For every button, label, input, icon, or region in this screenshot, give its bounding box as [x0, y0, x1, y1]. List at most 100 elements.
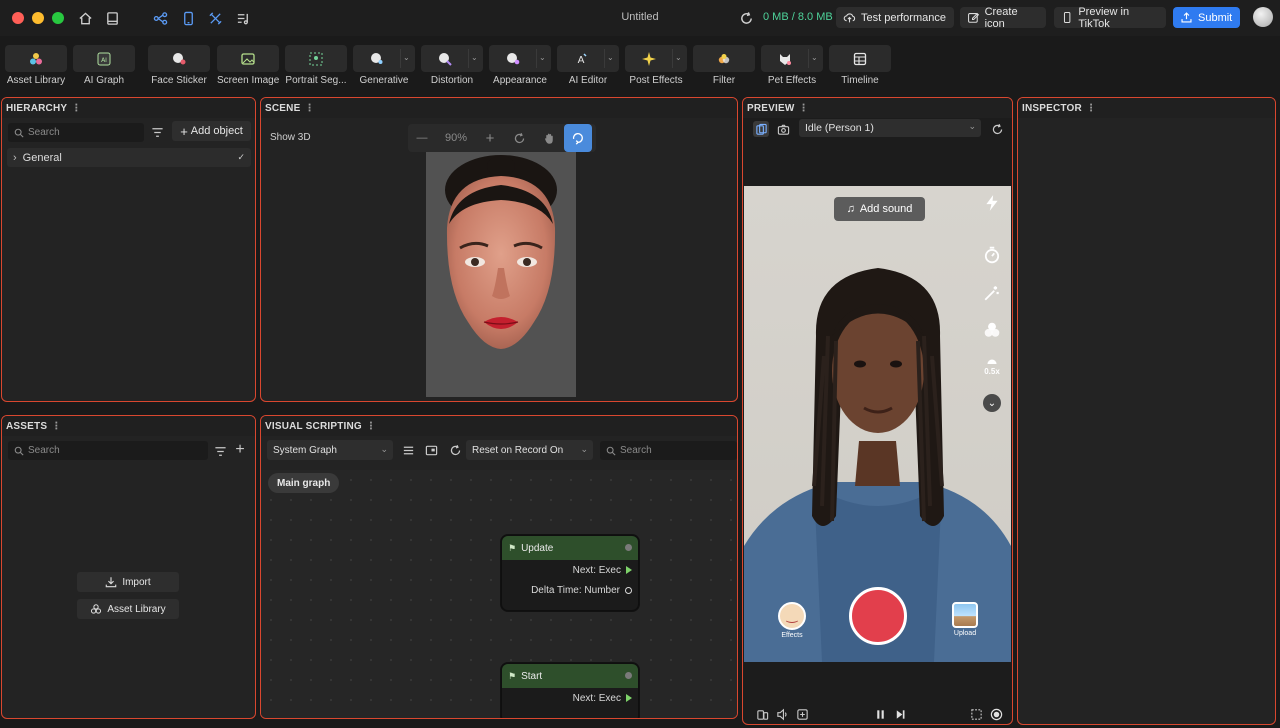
tab-main-graph[interactable]: Main graph [268, 473, 340, 493]
minimize-window-button[interactable] [32, 12, 44, 24]
speed-icon[interactable]: 0.5x [981, 354, 1003, 376]
screenshot-icon[interactable] [969, 707, 983, 721]
more-icon[interactable]: ⋮ [304, 103, 314, 114]
submit-button[interactable]: Submit [1173, 7, 1240, 28]
test-performance-button[interactable]: Test performance [836, 7, 954, 28]
tool-distortion[interactable]: ⌄ Distortion [421, 45, 483, 86]
record-button[interactable] [849, 587, 907, 645]
asset-library-icon [30, 52, 42, 64]
timeline-icon [853, 52, 867, 65]
tool-pet-effects[interactable]: ⌄ Pet Effects [761, 45, 823, 86]
assets-panel: ASSETS ⋮ Search + Import Asset Library [1, 415, 256, 719]
upload-button[interactable]: Upload [950, 602, 980, 637]
filter-list-icon[interactable] [213, 444, 227, 458]
flash-icon[interactable] [981, 192, 1003, 214]
hierarchy-search-input[interactable]: Search [8, 123, 144, 142]
hierarchy-item-general[interactable]: › General ✓ [7, 148, 251, 167]
more-icon[interactable]: ⋮ [71, 103, 81, 114]
tool-face-sticker[interactable]: Face Sticker [148, 45, 210, 86]
search-icon [606, 446, 616, 456]
more-icon[interactable]: ⋮ [51, 421, 61, 432]
book-icon[interactable] [103, 9, 121, 27]
preview-tiktok-label: Preview in TikTok [1078, 5, 1130, 30]
music-list-icon[interactable] [234, 9, 252, 27]
download-icon [106, 577, 117, 588]
add-object-button[interactable]: + Add object [172, 121, 251, 141]
tool-portrait-seg[interactable]: Portrait Seg... [285, 45, 347, 86]
tool-screen-image[interactable]: Screen Image [217, 45, 279, 86]
tool-asset-library[interactable]: Asset Library [5, 45, 67, 86]
add-frame-icon[interactable] [795, 707, 809, 721]
more-options-chevron-icon[interactable]: ⌄ [983, 394, 1001, 412]
flag-icon: ⚑ [508, 542, 517, 553]
assets-search-input[interactable]: Search [8, 441, 208, 460]
refresh-icon[interactable] [737, 9, 755, 27]
volume-icon[interactable] [775, 707, 789, 721]
generative-icon [371, 52, 383, 64]
device-frame-icon[interactable] [753, 121, 769, 137]
asset-library-button[interactable]: Asset Library [77, 599, 179, 619]
tool-ai-editor[interactable]: ⌄ A AI Editor [557, 45, 619, 86]
maximize-window-button[interactable] [52, 12, 64, 24]
orbit-rotate-icon[interactable] [564, 124, 592, 152]
node-status-dot [625, 672, 632, 679]
panel-toggle-icon[interactable] [424, 443, 438, 457]
reset-on-record-select[interactable]: Reset on Record On ⌄ [466, 440, 593, 460]
tool-post-effects[interactable]: ⌄ Post Effects [625, 45, 687, 86]
add-asset-icon[interactable]: + [233, 441, 247, 458]
close-window-button[interactable] [12, 12, 24, 24]
add-sound-button[interactable]: ♫ Add sound [834, 197, 925, 221]
graph-canvas[interactable] [261, 470, 737, 718]
pan-hand-icon[interactable] [534, 124, 564, 152]
tool-filter[interactable]: Filter [693, 45, 755, 86]
number-port-icon[interactable] [625, 586, 632, 594]
reset-view-icon[interactable] [504, 124, 534, 152]
exec-port-icon[interactable] [626, 694, 632, 702]
phone-icon[interactable] [179, 9, 197, 27]
more-icon[interactable]: ⋮ [1086, 103, 1096, 114]
list-view-icon[interactable] [401, 443, 415, 457]
exec-port-icon[interactable] [626, 566, 632, 574]
graph-search-input[interactable]: Search [600, 441, 737, 460]
test-performance-label: Test performance [861, 11, 946, 24]
graph-select[interactable]: System Graph ⌄ [267, 440, 393, 460]
device-switch-icon[interactable] [755, 707, 769, 721]
step-forward-icon[interactable] [893, 707, 907, 721]
tool-generative[interactable]: ⌄ Generative [353, 45, 415, 86]
import-button[interactable]: Import [77, 572, 179, 592]
preview-bar: Idle (Person 1) ⌄ [743, 118, 1012, 140]
record-video-icon[interactable] [989, 707, 1003, 721]
avatar[interactable] [1253, 7, 1273, 27]
more-icon[interactable]: ⋮ [799, 103, 809, 114]
update-node[interactable]: ⚑ Update Next: Exec Delta Time: Number [501, 535, 639, 611]
tools-icon[interactable] [206, 9, 224, 27]
filter-list-icon[interactable] [150, 125, 164, 139]
scene-viewport[interactable] [426, 150, 576, 397]
filter-icon [718, 53, 730, 63]
preview-tiktok-button[interactable]: Preview in TikTok [1054, 5, 1166, 30]
more-icon[interactable]: ⋮ [366, 421, 376, 432]
create-icon-label: Create icon [984, 5, 1018, 30]
start-node[interactable]: ⚑ Start Next: Exec [501, 663, 639, 718]
home-icon[interactable] [76, 9, 94, 27]
hierarchy-panel: HIERARCHY ⋮ Search + Add object › General… [1, 97, 256, 402]
filters-icon[interactable] [981, 319, 1003, 341]
tool-timeline[interactable]: Timeline [829, 45, 891, 86]
zoom-out-icon[interactable]: — [408, 124, 436, 152]
refresh-graph-icon[interactable] [448, 443, 462, 457]
tool-ai-graph[interactable]: AI AI Graph [73, 45, 135, 86]
pause-icon[interactable] [873, 707, 887, 721]
show-3d-toggle[interactable]: Show 3D [270, 132, 311, 143]
person-state-select[interactable]: Idle (Person 1) ⌄ [799, 119, 981, 137]
node-graph-icon[interactable] [151, 9, 169, 27]
zoom-in-icon[interactable]: + [476, 124, 504, 152]
visibility-check-icon[interactable]: ✓ [237, 152, 245, 163]
timer-icon[interactable] [981, 244, 1003, 266]
preview-screen[interactable]: ♫ Add sound 0.5x ⌄ ‿ Effects Upload [744, 186, 1011, 662]
tool-appearance[interactable]: ⌄ Appearance [489, 45, 551, 86]
create-icon-button[interactable]: Create icon [960, 5, 1046, 30]
reload-preview-icon[interactable] [989, 121, 1005, 137]
effects-button[interactable]: ‿ Effects [777, 602, 807, 639]
camera-icon[interactable] [775, 121, 791, 137]
magic-wand-icon[interactable] [981, 282, 1003, 304]
